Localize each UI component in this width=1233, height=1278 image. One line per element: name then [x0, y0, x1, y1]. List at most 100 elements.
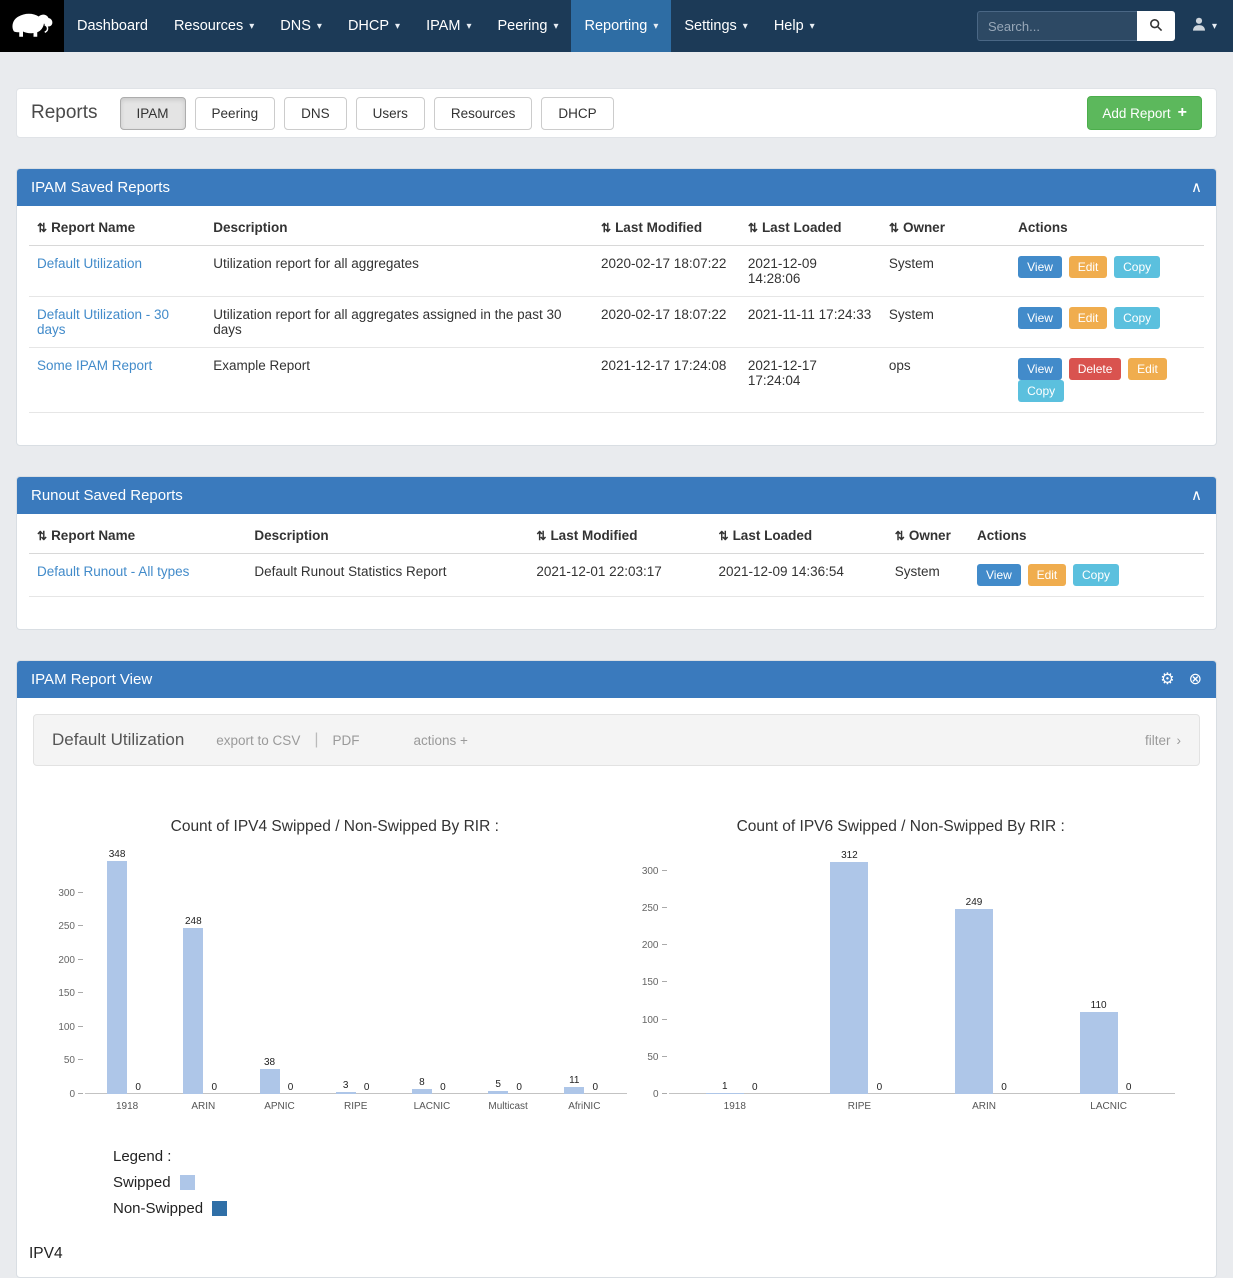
category-label: AfriNIC [568, 1094, 600, 1114]
sort-icon: ⇅ [536, 529, 546, 543]
column-header-last-loaded[interactable]: ⇅Last Loaded [711, 518, 887, 554]
cell-last-modified: 2021-12-01 22:03:17 [528, 554, 710, 597]
report-name-link[interactable]: Default Utilization - 30 days [37, 307, 169, 337]
column-header-last-modified[interactable]: ⇅Last Modified [528, 518, 710, 554]
nav-item-reporting[interactable]: Reporting▾ [571, 0, 671, 52]
report-name-link[interactable]: Default Utilization [37, 256, 142, 271]
cell-last-loaded: 2021-12-09 14:28:06 [740, 246, 881, 297]
ipv6-chart: 0501001502002503001019183120RIPE2490ARIN… [627, 856, 1175, 1114]
nav-item-dns[interactable]: DNS▾ [267, 0, 335, 52]
bar-value-label: 11 [569, 1075, 579, 1086]
view-button[interactable]: View [1018, 256, 1062, 278]
column-header-actions: Actions [1010, 210, 1204, 246]
tab-dns[interactable]: DNS [284, 97, 347, 130]
cell-description: Example Report [205, 348, 593, 413]
collapse-icon[interactable]: ∧ [1191, 180, 1202, 195]
bar-value-label: 0 [212, 1082, 218, 1093]
nav-label: Resources [174, 18, 243, 34]
column-header-owner[interactable]: ⇅Owner [887, 518, 969, 554]
nav-item-peering[interactable]: Peering▾ [484, 0, 571, 52]
edit-button[interactable]: Edit [1069, 307, 1108, 329]
y-tick-label: 150 [58, 988, 75, 999]
search-button[interactable] [1137, 11, 1175, 41]
user-menu[interactable]: ▾ [1191, 16, 1217, 37]
report-name-link[interactable]: Default Runout - All types [37, 564, 189, 579]
report-name-link[interactable]: Some IPAM Report [37, 358, 152, 373]
column-label: Report Name [51, 528, 135, 543]
bar-value-label: 0 [877, 1082, 883, 1093]
column-header-report-name[interactable]: ⇅Report Name [29, 210, 205, 246]
y-tick-mark [662, 870, 667, 871]
cell-owner: ops [881, 348, 1010, 413]
filter-toggle[interactable]: filter › [1145, 733, 1181, 748]
ipv6-chart-block: Count of IPV6 Swipped / Non-Swipped By R… [627, 796, 1175, 1114]
column-header-actions: Actions [969, 518, 1204, 554]
export-pdf-link[interactable]: PDF [332, 733, 359, 748]
copy-button[interactable]: Copy [1114, 256, 1160, 278]
tab-dhcp[interactable]: DHCP [541, 97, 613, 130]
cell-description: Utilization report for all aggregates as… [205, 297, 593, 348]
panel-spacer [17, 413, 1216, 445]
actions-menu[interactable]: actions + [413, 733, 467, 748]
copy-button[interactable]: Copy [1018, 380, 1064, 402]
cell-actions: View Edit Copy [1010, 297, 1204, 348]
cell-description: Default Runout Statistics Report [246, 554, 528, 597]
column-header-owner[interactable]: ⇅Owner [881, 210, 1010, 246]
bar-value-label: 348 [109, 849, 126, 860]
bar-group: 2480ARIN [183, 856, 223, 1114]
cell-actions: View Edit Copy [1010, 246, 1204, 297]
user-icon [1191, 16, 1207, 37]
nav-item-dhcp[interactable]: DHCP▾ [335, 0, 413, 52]
y-tick-mark [78, 925, 83, 926]
view-button[interactable]: View [977, 564, 1021, 586]
tab-users[interactable]: Users [356, 97, 425, 130]
column-header-report-name[interactable]: ⇅Report Name [29, 518, 246, 554]
export-csv-link[interactable]: export to CSV [216, 733, 300, 748]
loaded-report-name: Default Utilization [52, 730, 184, 750]
nav-item-help[interactable]: Help▾ [761, 0, 828, 52]
bar-value-label: 312 [841, 850, 858, 861]
delete-button[interactable]: Delete [1069, 358, 1122, 380]
panel-title: Runout Saved Reports [31, 487, 183, 504]
caret-down-icon: ▾ [249, 21, 254, 32]
tab-resources[interactable]: Resources [434, 97, 533, 130]
view-button[interactable]: View [1018, 307, 1062, 329]
nav-item-ipam[interactable]: IPAM▾ [413, 0, 484, 52]
gear-icon[interactable]: ⚙ [1160, 672, 1174, 688]
bar-value-label: 0 [516, 1082, 522, 1093]
report-type-tabs: IPAM Peering DNS Users Resources DHCP [120, 97, 614, 130]
column-header-last-loaded[interactable]: ⇅Last Loaded [740, 210, 881, 246]
table-row: Default Utilization Utilization report f… [29, 246, 1204, 297]
column-header-last-modified[interactable]: ⇅Last Modified [593, 210, 740, 246]
category-label: LACNIC [1090, 1094, 1127, 1114]
provision-logo[interactable] [0, 0, 64, 52]
search-input[interactable] [977, 11, 1137, 41]
ipam-saved-reports-header: IPAM Saved Reports ∧ [17, 169, 1216, 206]
tab-ipam[interactable]: IPAM [120, 97, 186, 130]
caret-down-icon: ▾ [466, 21, 471, 32]
edit-button[interactable]: Edit [1069, 256, 1108, 278]
bar-value-label: 110 [1091, 1000, 1107, 1011]
caret-down-icon: ▾ [653, 21, 658, 32]
nav-item-settings[interactable]: Settings▾ [671, 0, 760, 52]
bar-value-label: 0 [1001, 1082, 1007, 1093]
bar-value-label: 248 [185, 916, 202, 927]
y-tick-label: 200 [58, 955, 75, 966]
add-report-button[interactable]: Add Report + [1087, 96, 1202, 130]
sort-icon: ⇅ [889, 221, 899, 235]
y-axis: 050100150200250300 [43, 856, 85, 1094]
tab-peering[interactable]: Peering [195, 97, 276, 130]
reports-header: Reports IPAM Peering DNS Users Resources… [16, 88, 1217, 138]
edit-button[interactable]: Edit [1128, 358, 1167, 380]
view-button[interactable]: View [1018, 358, 1062, 380]
edit-button[interactable]: Edit [1028, 564, 1067, 586]
plot-area: 1019183120RIPE2490ARIN1100LACNIC [669, 856, 1175, 1114]
bar-value-label: 0 [1126, 1082, 1132, 1093]
nav-item-resources[interactable]: Resources ▾ [161, 0, 267, 52]
nav-item-dashboard[interactable]: Dashboard [64, 0, 161, 52]
close-icon[interactable]: ⊗ [1189, 672, 1202, 688]
copy-button[interactable]: Copy [1073, 564, 1119, 586]
bar-value-label: 249 [966, 897, 983, 908]
copy-button[interactable]: Copy [1114, 307, 1160, 329]
collapse-icon[interactable]: ∧ [1191, 488, 1202, 503]
